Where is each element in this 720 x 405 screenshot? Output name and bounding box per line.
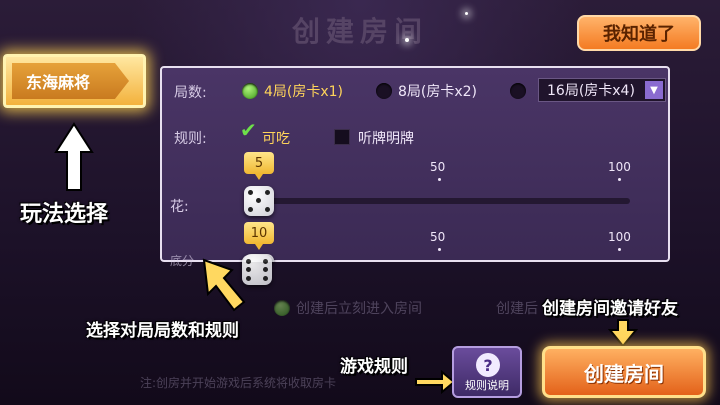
enter-room-option[interactable]: 创建后立刻进入房间 bbox=[296, 298, 422, 318]
game-rules-caption: 游戏规则 bbox=[340, 357, 408, 377]
question-icon: ? bbox=[476, 353, 500, 377]
enter-room-option-partial: 创建后 bbox=[496, 301, 538, 317]
rule-option-tingpai[interactable]: 听牌明牌 bbox=[358, 128, 414, 148]
rounds-label: 局数: bbox=[174, 85, 207, 101]
rules-help-label: 规则说明 bbox=[465, 379, 509, 392]
rule-option-chi[interactable]: 可吃 bbox=[262, 128, 290, 148]
rounds-dropdown[interactable]: 16局(房卡x4) ▼ bbox=[538, 78, 666, 102]
flower-tick-50: 50 bbox=[430, 160, 446, 174]
tick-dot bbox=[438, 248, 441, 251]
rounds-radio-16[interactable] bbox=[510, 83, 526, 99]
tick-dot bbox=[438, 178, 441, 181]
rules-label: 规则: bbox=[174, 131, 207, 147]
create-room-button[interactable]: 创建房间 bbox=[542, 346, 706, 398]
enter-room-radio[interactable] bbox=[274, 300, 290, 316]
arrow-up-icon bbox=[54, 122, 94, 191]
options-panel: 局数: 4局(房卡x1) 8局(房卡x2) 16局(房卡x4) ▼ 规则: ✔ … bbox=[160, 66, 670, 268]
sparkle-icon bbox=[465, 12, 468, 15]
flower-tick-100: 100 bbox=[608, 160, 631, 174]
mode-tab-label: 东海麻将 bbox=[12, 63, 129, 99]
flower-dice-handle[interactable] bbox=[244, 186, 274, 216]
mode-tab-donghai[interactable]: 东海麻将 bbox=[3, 54, 146, 108]
rounds-dropdown-value: 16局(房卡x4) bbox=[547, 83, 635, 99]
arrow-right-icon bbox=[415, 370, 456, 394]
base-value-bubble: 10 bbox=[244, 222, 274, 250]
tick-dot bbox=[618, 248, 621, 251]
mode-select-caption: 玩法选择 bbox=[20, 202, 109, 227]
checkmark-icon[interactable]: ✔ bbox=[240, 118, 257, 142]
rounds-radio-8[interactable] bbox=[376, 83, 392, 99]
notice-text: 注:创房并开始游戏后系统将收取房卡 bbox=[140, 376, 337, 390]
chevron-down-icon[interactable]: ▼ bbox=[645, 81, 663, 99]
rule-checkbox-tingpai[interactable] bbox=[334, 129, 350, 145]
flower-slider-track[interactable] bbox=[252, 198, 630, 204]
tick-dot bbox=[618, 178, 621, 181]
arrow-up-left-icon bbox=[202, 258, 246, 312]
base-tick-50: 50 bbox=[430, 230, 446, 244]
arrow-down-icon bbox=[608, 319, 638, 348]
rules-help-button[interactable]: ? 规则说明 bbox=[452, 346, 522, 398]
flower-value-bubble: 5 bbox=[244, 152, 274, 180]
base-tick-100: 100 bbox=[608, 230, 631, 244]
got-it-button[interactable]: 我知道了 bbox=[577, 15, 701, 51]
rounds-option-8[interactable]: 8局(房卡x2) bbox=[398, 81, 477, 101]
rules-panel-caption: 选择对局局数和规则 bbox=[86, 321, 239, 341]
create-invite-caption: 创建房间邀请好友 bbox=[542, 299, 678, 319]
rounds-option-4[interactable]: 4局(房卡x1) bbox=[264, 81, 343, 101]
base-label: 底分 bbox=[170, 254, 195, 268]
rounds-radio-4[interactable] bbox=[242, 83, 258, 99]
sparkle-icon bbox=[405, 38, 409, 42]
flower-label: 花: bbox=[170, 199, 189, 215]
